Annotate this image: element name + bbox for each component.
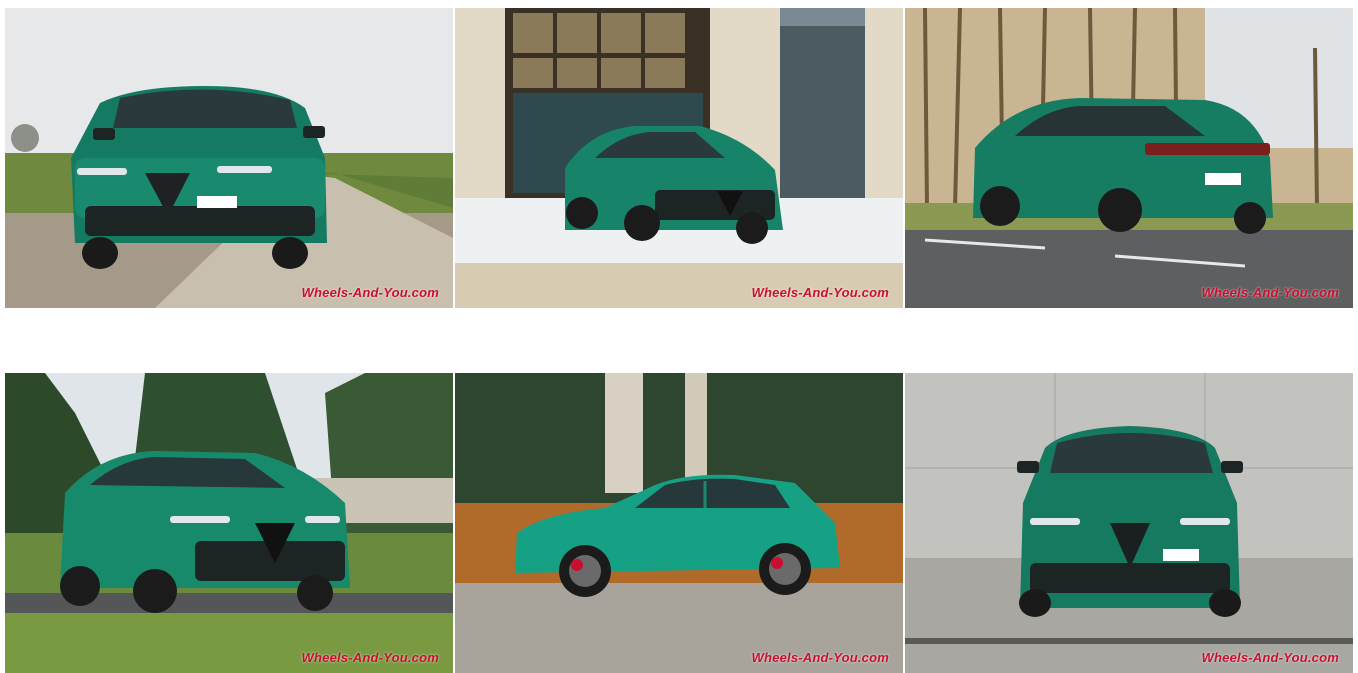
watermark: Wheels-And-You.com bbox=[301, 650, 439, 665]
gallery-photo-forest-hill[interactable]: Wheels-And-You.com bbox=[5, 373, 453, 673]
watermark: Wheels-And-You.com bbox=[751, 650, 889, 665]
gallery-photo-rear-trees[interactable]: Wheels-And-You.com bbox=[905, 8, 1353, 308]
watermark: Wheels-And-You.com bbox=[1201, 285, 1339, 300]
watermark: Wheels-And-You.com bbox=[751, 285, 889, 300]
gallery-photo-side-profile[interactable]: Wheels-And-You.com bbox=[455, 373, 903, 673]
car-photo-image bbox=[5, 8, 453, 308]
car-photo-image bbox=[905, 8, 1353, 308]
watermark: Wheels-And-You.com bbox=[1201, 650, 1339, 665]
car-photo-image bbox=[455, 373, 903, 673]
watermark: Wheels-And-You.com bbox=[301, 285, 439, 300]
gallery-photo-building[interactable]: Wheels-And-You.com bbox=[455, 8, 903, 308]
gallery-photo-concrete-wall[interactable]: Wheels-And-You.com bbox=[905, 373, 1353, 673]
car-photo-image bbox=[455, 8, 903, 308]
car-photo-image bbox=[905, 373, 1353, 673]
gallery-photo-front-road[interactable]: Wheels-And-You.com bbox=[5, 8, 453, 308]
car-photo-image bbox=[5, 373, 453, 673]
photo-gallery: Wheels-And-You.com Wheels-And-You.com Wh… bbox=[0, 0, 1358, 673]
